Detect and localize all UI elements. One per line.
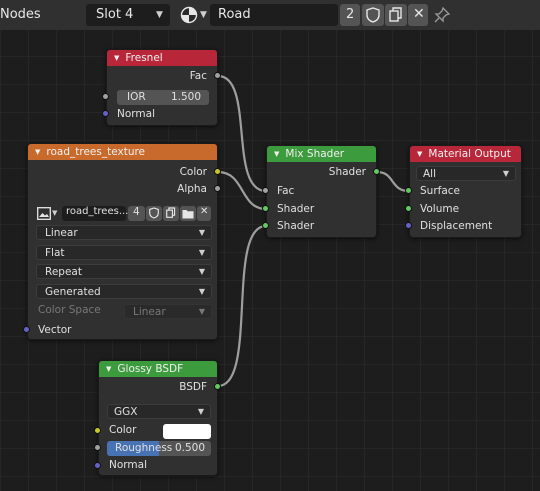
fresnel-normal-input-socket[interactable] — [102, 110, 109, 117]
glossy-color-input-socket[interactable] — [94, 427, 101, 434]
output-target-dropdown[interactable]: All ▼ — [416, 166, 516, 181]
texture-alpha-output-socket[interactable] — [214, 185, 221, 192]
collapse-triangle-icon[interactable]: ▼ — [114, 54, 119, 62]
volume-input-label: Volume — [420, 203, 460, 215]
image-duplicate-button[interactable] — [163, 206, 179, 221]
glossy-color-label: Color — [109, 424, 137, 436]
chevron-down-icon: ▼ — [198, 228, 205, 237]
link-mix-shader-to-surface — [376, 170, 410, 193]
mix-shader-input-2-socket[interactable] — [262, 222, 269, 229]
interpolation-dropdown[interactable]: Linear ▼ — [36, 225, 212, 240]
image-users: 4 — [133, 206, 140, 218]
material-output-node-header[interactable]: ▼ Material Output — [410, 146, 521, 162]
glossy-bsdf-node-header[interactable]: ▼ Glossy BSDF — [99, 361, 217, 377]
close-icon: ✕ — [200, 206, 209, 217]
mix-shader-input-1-label: Shader — [277, 203, 315, 215]
volume-input-socket[interactable] — [405, 205, 412, 212]
glossy-bsdf-output-socket[interactable] — [214, 383, 221, 390]
mix-shader-input-2-label: Shader — [277, 220, 315, 232]
image-fake-user-button[interactable] — [146, 206, 162, 221]
fresnel-title: Fresnel — [125, 52, 163, 64]
projection-value: Flat — [45, 247, 65, 259]
collapse-triangle-icon[interactable]: ▼ — [417, 150, 422, 158]
collapse-triangle-icon[interactable]: ▼ — [35, 148, 40, 156]
chevron-down-icon: ▼ — [52, 209, 58, 217]
chevron-down-icon: ▼ — [198, 248, 205, 257]
texture-alpha-output-label: Alpha — [177, 183, 207, 195]
mix-fac-input-label: Fac — [277, 185, 295, 197]
distribution-value: GGX — [114, 406, 138, 418]
link-glossy-bsdf-to-mix-shader — [217, 224, 267, 388]
mix-shader-input-1-socket[interactable] — [262, 205, 269, 212]
collapse-triangle-icon[interactable]: ▼ — [274, 150, 279, 158]
displacement-input-socket[interactable] — [405, 222, 412, 229]
distribution-dropdown[interactable]: GGX ▼ — [107, 404, 211, 419]
folder-icon — [182, 210, 194, 219]
output-target-value: All — [423, 168, 437, 180]
texture-color-output-label: Color — [179, 166, 207, 178]
image-unlink-button[interactable]: ✕ — [197, 206, 211, 221]
projection-dropdown[interactable]: Flat ▼ — [36, 245, 212, 260]
mix-shader-title: Mix Shader — [285, 148, 345, 160]
roughness-slider[interactable]: Roughness 0.500 — [107, 441, 211, 456]
texture-color-output-socket[interactable] — [214, 168, 221, 175]
extension-value: Repeat — [45, 266, 82, 278]
color-space-label: Color Space — [38, 304, 101, 316]
glossy-bsdf-output-label: BSDF — [179, 381, 207, 393]
ior-value: 1.500 — [170, 91, 201, 103]
chevron-down-icon: ▼ — [502, 169, 509, 178]
material-output-title: Material Output — [428, 148, 511, 160]
source-dropdown[interactable]: Generated ▼ — [36, 284, 212, 299]
image-browse-button[interactable]: ▼ — [36, 206, 62, 221]
image-users-button[interactable]: 4 — [128, 206, 145, 221]
extension-dropdown[interactable]: Repeat ▼ — [36, 264, 212, 279]
glossy-title: Glossy BSDF — [117, 363, 184, 375]
fresnel-normal-label: Normal — [117, 108, 155, 120]
glossy-color-swatch[interactable] — [163, 424, 211, 439]
image-open-button[interactable] — [180, 206, 196, 221]
image-texture-node[interactable]: ▼ road_trees_texture Color Alpha ▼ road_t… — [27, 143, 218, 340]
fresnel-fac-output-socket[interactable] — [214, 72, 221, 79]
chevron-down-icon: ▼ — [198, 267, 205, 276]
collapse-triangle-icon[interactable]: ▼ — [106, 365, 111, 373]
image-texture-node-header[interactable]: ▼ road_trees_texture — [28, 144, 217, 160]
mix-fac-input-socket[interactable] — [262, 187, 269, 194]
image-name-field[interactable]: road_trees... — [62, 206, 129, 221]
glossy-normal-input-socket[interactable] — [94, 462, 101, 469]
interpolation-value: Linear — [45, 227, 78, 239]
image-name: road_trees... — [66, 206, 129, 217]
image-texture-title: road_trees_texture — [46, 146, 146, 158]
fresnel-ior-input-socket[interactable] — [102, 93, 109, 100]
roughness-label: Roughness — [115, 442, 173, 454]
duplicate-icon — [166, 207, 176, 218]
source-value: Generated — [45, 286, 101, 298]
mix-shader-node-header[interactable]: ▼ Mix Shader — [267, 146, 376, 162]
fresnel-node[interactable]: ▼ Fresnel Fac IOR 1.500 Normal — [106, 49, 218, 126]
surface-input-socket[interactable] — [405, 187, 412, 194]
chevron-down-icon: ▼ — [198, 307, 205, 316]
fresnel-fac-output-label: Fac — [189, 70, 207, 82]
displacement-input-label: Displacement — [420, 220, 493, 232]
glossy-normal-label: Normal — [109, 459, 147, 471]
mix-shader-node[interactable]: ▼ Mix Shader Shader Fac Shader Shader — [266, 145, 377, 238]
mix-shader-output-label: Shader — [328, 166, 366, 178]
image-icon — [37, 207, 51, 220]
glossy-roughness-input-socket[interactable] — [94, 444, 101, 451]
texture-vector-input-socket[interactable] — [23, 326, 30, 333]
roughness-value: 0.500 — [174, 442, 205, 454]
glossy-bsdf-node[interactable]: ▼ Glossy BSDF BSDF GGX ▼ Color Roughness … — [98, 360, 218, 476]
chevron-down-icon: ▼ — [198, 287, 205, 296]
ior-label: IOR — [127, 91, 146, 103]
chevron-down-icon: ▼ — [197, 407, 204, 416]
mix-shader-output-socket[interactable] — [373, 168, 380, 175]
vector-input-label: Vector — [38, 324, 72, 336]
material-output-node[interactable]: ▼ Material Output All ▼ Surface Volume Di… — [409, 145, 522, 238]
shield-icon — [149, 207, 159, 219]
color-space-dropdown: Linear ▼ — [124, 304, 212, 319]
fresnel-node-header[interactable]: ▼ Fresnel — [107, 50, 217, 66]
color-space-value: Linear — [133, 306, 166, 318]
ior-field[interactable]: IOR 1.500 — [117, 90, 209, 105]
surface-input-label: Surface — [420, 185, 461, 197]
